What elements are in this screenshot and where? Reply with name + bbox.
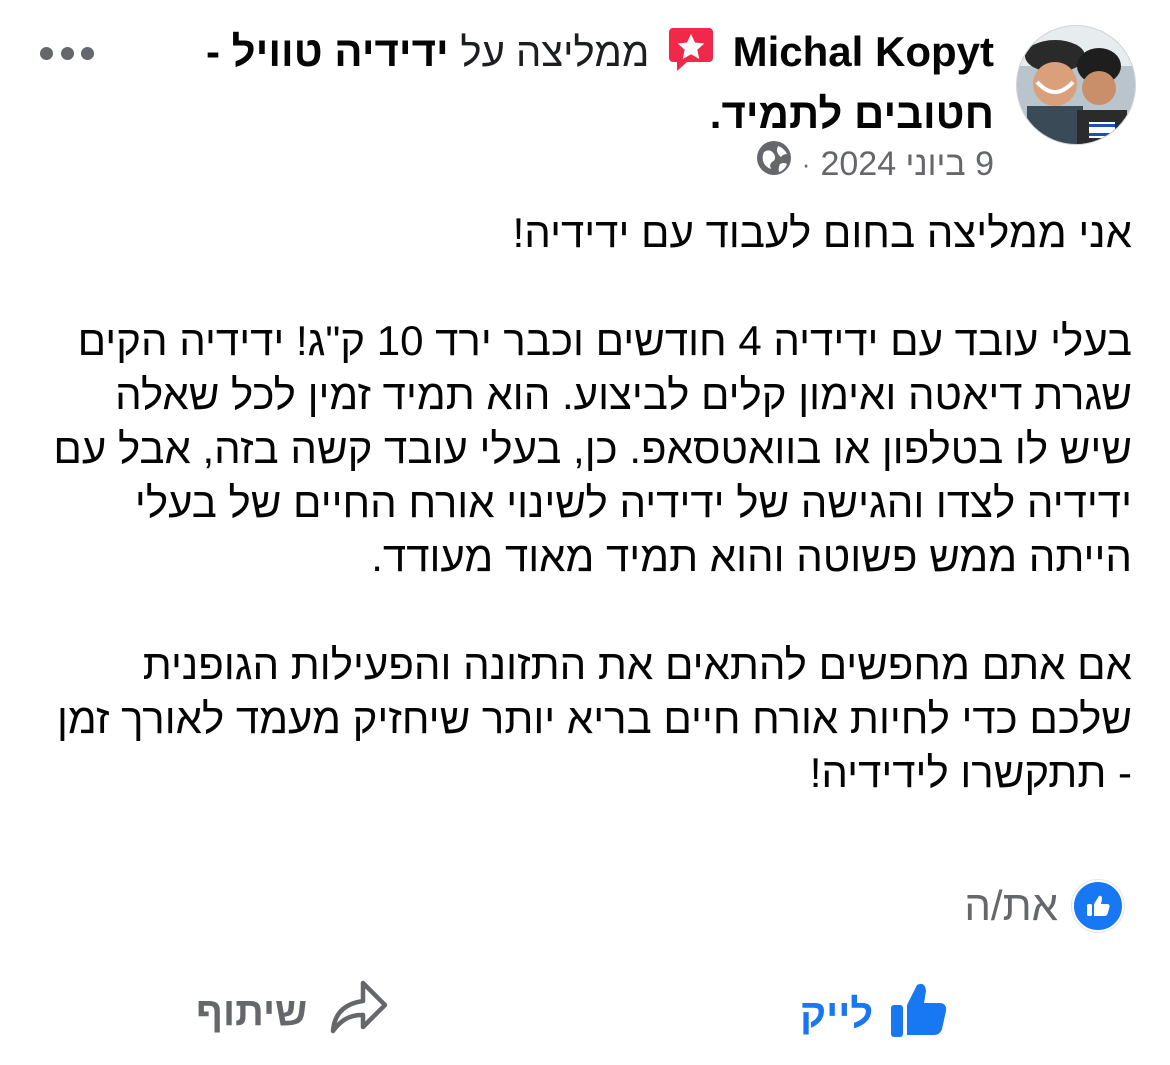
author-name[interactable]: Michal Kopyt xyxy=(733,28,994,75)
post-header: Michal Kopyt ממליצה על ידידיה טוויל - חט… xyxy=(134,24,994,142)
share-button-label: שיתוף xyxy=(196,989,308,1034)
recommendation-star-icon xyxy=(667,26,715,86)
dot-icon xyxy=(40,46,53,60)
reactions-label: את/ה xyxy=(964,882,1058,929)
action-bar: לייק שיתוף xyxy=(0,975,1170,1055)
post-meta: 9 ביוני 2024 · xyxy=(756,140,994,188)
post-paragraph: בעלי עובד עם ידידיה 4 חודשים וכבר ירד 10… xyxy=(53,317,1132,580)
post-paragraph: אם אתם מחפשים להתאים את התזונה והפעילות … xyxy=(56,641,1132,796)
share-arrow-icon xyxy=(329,979,389,1045)
thumbs-up-icon xyxy=(889,979,951,1049)
share-button[interactable]: שיתוף xyxy=(196,979,389,1045)
like-button[interactable]: לייק xyxy=(800,979,951,1049)
post-paragraph: אני ממליצה בחום לעבוד עם ידידיה! xyxy=(512,209,1132,256)
like-button-label: לייק xyxy=(800,991,874,1036)
author-avatar[interactable] xyxy=(1016,25,1136,145)
like-icon xyxy=(1072,880,1124,932)
dot-icon xyxy=(81,46,94,60)
post-body: אני ממליצה בחום לעבוד עם ידידיה! בעלי עו… xyxy=(32,206,1132,800)
page-name-suffix: . xyxy=(709,90,722,137)
reactions-summary[interactable]: את/ה xyxy=(964,880,1124,932)
more-options-button[interactable] xyxy=(40,38,94,68)
recommends-text: ממליצה על xyxy=(460,31,650,75)
post-date[interactable]: 9 ביוני 2024 xyxy=(820,141,994,187)
dot-icon xyxy=(60,46,74,60)
globe-icon[interactable] xyxy=(756,140,792,188)
meta-separator: · xyxy=(801,149,811,179)
